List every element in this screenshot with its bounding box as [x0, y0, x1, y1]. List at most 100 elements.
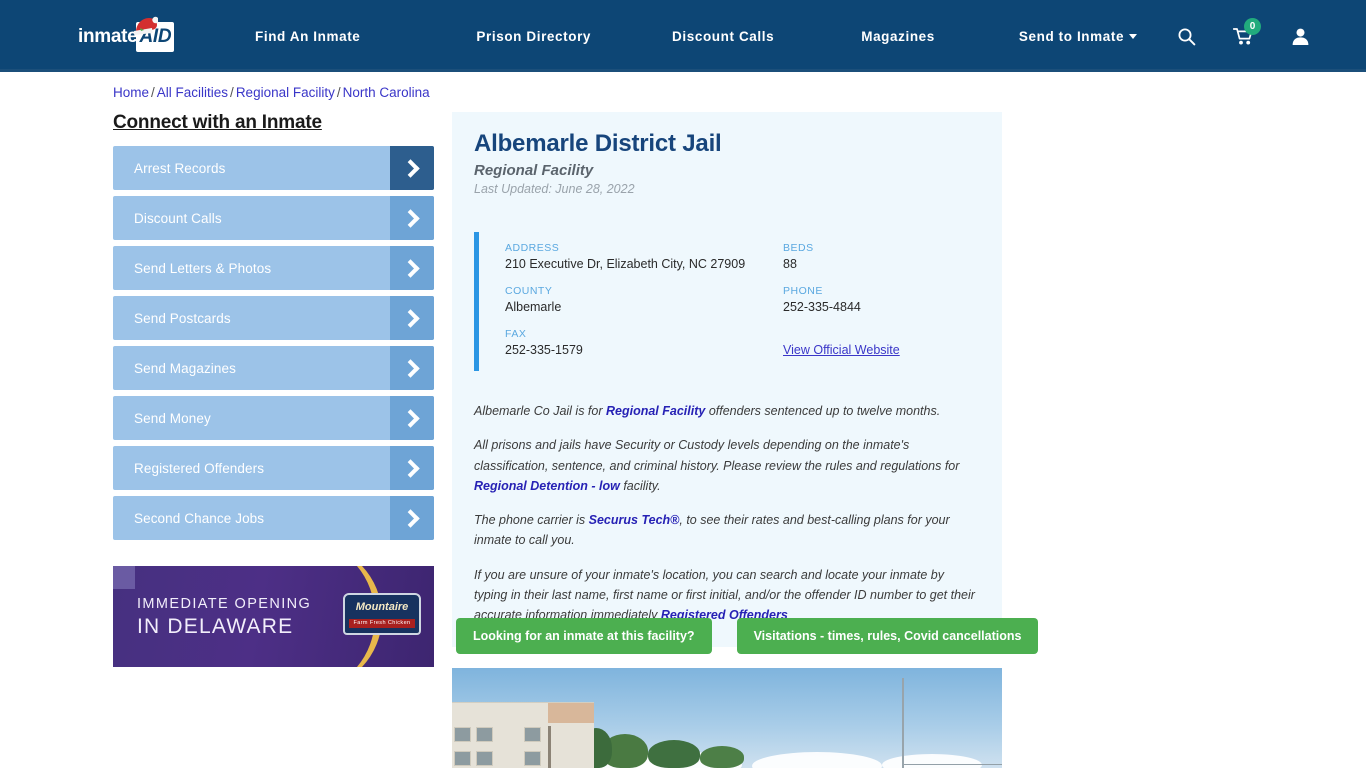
chevron-right-icon	[390, 146, 434, 190]
chevron-right-icon	[390, 196, 434, 240]
info-value: View Official Website	[783, 343, 980, 357]
header-icon-group: 0	[1177, 0, 1310, 72]
sidebar-item-send-money[interactable]: Send Money	[113, 396, 434, 440]
info-label-spacer	[783, 328, 980, 340]
breadcrumb-item-all-facilities[interactable]: All Facilities	[157, 85, 228, 100]
chevron-right-icon	[390, 396, 434, 440]
chevron-right-icon	[390, 296, 434, 340]
ad-headline-line2: IN DELAWARE	[137, 614, 294, 638]
tree-shape	[648, 740, 700, 768]
info-label: ADDRESS	[505, 242, 560, 254]
ad-corner-accent	[113, 566, 135, 589]
window-shape	[476, 751, 493, 766]
sidebar-advertisement[interactable]: IMMEDIATE OPENING IN DELAWARE Mountaire …	[113, 566, 434, 667]
sidebar: Connect with an Inmate Arrest Records Di…	[113, 112, 434, 546]
info-value: 252-335-1579	[505, 343, 583, 357]
window-shape	[524, 751, 541, 766]
link-securus-tech[interactable]: Securus Tech®	[589, 513, 680, 527]
chevron-right-icon	[390, 446, 434, 490]
link-regional-facility[interactable]: Regional Facility	[606, 404, 705, 418]
facility-description: Albemarle Co Jail is for Regional Facili…	[474, 401, 980, 625]
window-shape	[524, 727, 541, 742]
info-field-county: COUNTY Albemarle	[505, 285, 783, 314]
facility-photo	[452, 668, 1002, 768]
info-field-address: ADDRESS 210 Executive Dr, Elizabeth City…	[505, 242, 783, 271]
chevron-down-icon	[1129, 33, 1138, 39]
site-header: inmate AID Find An Inmate Prison Director…	[0, 0, 1366, 72]
description-paragraph-2: All prisons and jails have Security or C…	[474, 435, 980, 496]
sidebar-item-registered-offenders[interactable]: Registered Offenders	[113, 446, 434, 490]
visitations-button[interactable]: Visitations - times, rules, Covid cancel…	[736, 618, 1039, 654]
sidebar-item-send-letters-photos[interactable]: Send Letters & Photos	[113, 246, 434, 290]
sidebar-item-label: Registered Offenders	[134, 460, 265, 476]
utility-pole-shape	[548, 726, 551, 768]
sidebar-item-discount-calls[interactable]: Discount Calls	[113, 196, 434, 240]
nav-item-magazines[interactable]: Magazines	[861, 29, 935, 44]
info-label: PHONE	[783, 285, 823, 297]
utility-pole-shape	[902, 678, 904, 768]
description-paragraph-4: If you are unsure of your inmate's locat…	[474, 565, 980, 626]
info-label: FAX	[505, 328, 527, 340]
info-value: 210 Executive Dr, Elizabeth City, NC 279…	[505, 257, 746, 271]
facility-detail-panel: Albemarle District Jail Regional Facilit…	[452, 112, 1002, 648]
info-value: 252-335-4844	[783, 300, 861, 314]
window-shape	[476, 727, 493, 742]
info-field-fax: FAX 252-335-1579	[505, 328, 783, 357]
info-field-website: View Official Website	[783, 328, 980, 357]
desc-text: facility.	[619, 478, 661, 493]
view-official-website-link[interactable]: View Official Website	[783, 343, 900, 357]
nav-label: Find An Inmate	[255, 28, 361, 44]
description-paragraph-3: The phone carrier is Securus Tech®, to s…	[474, 510, 980, 551]
chevron-right-icon	[390, 246, 434, 290]
desc-text: offenders sentenced up to twelve months.	[705, 404, 941, 418]
sidebar-item-label: Second Chance Jobs	[134, 510, 265, 526]
sidebar-item-label: Send Postcards	[134, 310, 231, 326]
nav-item-discount-calls[interactable]: Discount Calls	[672, 29, 774, 44]
breadcrumb-separator: /	[336, 85, 341, 100]
chevron-right-icon	[390, 496, 434, 540]
sidebar-item-label: Send Letters & Photos	[134, 260, 272, 276]
facility-type-subtitle: Regional Facility	[474, 162, 594, 179]
sidebar-item-label: Send Magazines	[134, 360, 236, 376]
ad-brand-logo: Mountaire Farm Fresh Chicken	[343, 593, 421, 635]
user-account-icon[interactable]	[1291, 27, 1310, 46]
looking-for-inmate-button[interactable]: Looking for an inmate at this facility?	[456, 618, 712, 654]
breadcrumb-item-regional-facility[interactable]: Regional Facility	[236, 85, 335, 100]
facility-action-buttons: Looking for an inmate at this facility? …	[456, 618, 1039, 654]
cart-count-badge: 0	[1244, 17, 1261, 35]
cloud-shape	[882, 754, 982, 768]
last-updated-text: Last Updated: June 28, 2022	[474, 182, 635, 196]
nav-item-find-an-inmate[interactable]: Find An Inmate	[255, 29, 360, 44]
nav-item-send-to-inmate[interactable]: Send to Inmate	[1018, 28, 1138, 44]
sidebar-item-send-postcards[interactable]: Send Postcards	[113, 296, 434, 340]
sidebar-item-second-chance-jobs[interactable]: Second Chance Jobs	[113, 496, 434, 540]
info-value: 88	[783, 257, 797, 271]
site-logo-text: inmate AID	[78, 22, 190, 52]
breadcrumb-item-north-carolina[interactable]: North Carolina	[343, 85, 430, 100]
building-roof-accent	[548, 703, 594, 723]
info-label: BEDS	[783, 242, 814, 254]
desc-text: Albemarle Co Jail is for	[474, 404, 606, 418]
desc-text: All prisons and jails have Security or C…	[474, 438, 960, 473]
breadcrumb-item-home[interactable]: Home	[113, 85, 149, 100]
link-regional-detention-low[interactable]: Regional Detention - low	[474, 479, 620, 493]
site-logo[interactable]: inmate AID	[78, 16, 190, 52]
cloud-shape	[752, 752, 882, 768]
sidebar-item-send-magazines[interactable]: Send Magazines	[113, 346, 434, 390]
logo-text-part1: inmate	[78, 26, 138, 47]
ad-brand-tagline: Farm Fresh Chicken	[349, 619, 415, 628]
info-field-beds: BEDS 88	[783, 242, 980, 271]
nav-item-prison-directory[interactable]: Prison Directory	[476, 29, 591, 44]
description-paragraph-1: Albemarle Co Jail is for Regional Facili…	[474, 401, 980, 421]
breadcrumb-separator: /	[230, 85, 234, 100]
window-shape	[454, 727, 471, 742]
shopping-cart-icon[interactable]: 0	[1232, 17, 1261, 46]
sidebar-item-arrest-records[interactable]: Arrest Records	[113, 146, 434, 190]
tree-shape	[700, 746, 744, 768]
nav-label: Send to Inmate	[1018, 28, 1125, 44]
ad-brand-name: Mountaire	[355, 601, 409, 613]
page-title: Albemarle District Jail	[474, 130, 722, 157]
search-icon[interactable]	[1177, 27, 1196, 46]
logo-text-part2: AID	[136, 22, 175, 52]
sidebar-title: Connect with an Inmate	[113, 112, 322, 133]
